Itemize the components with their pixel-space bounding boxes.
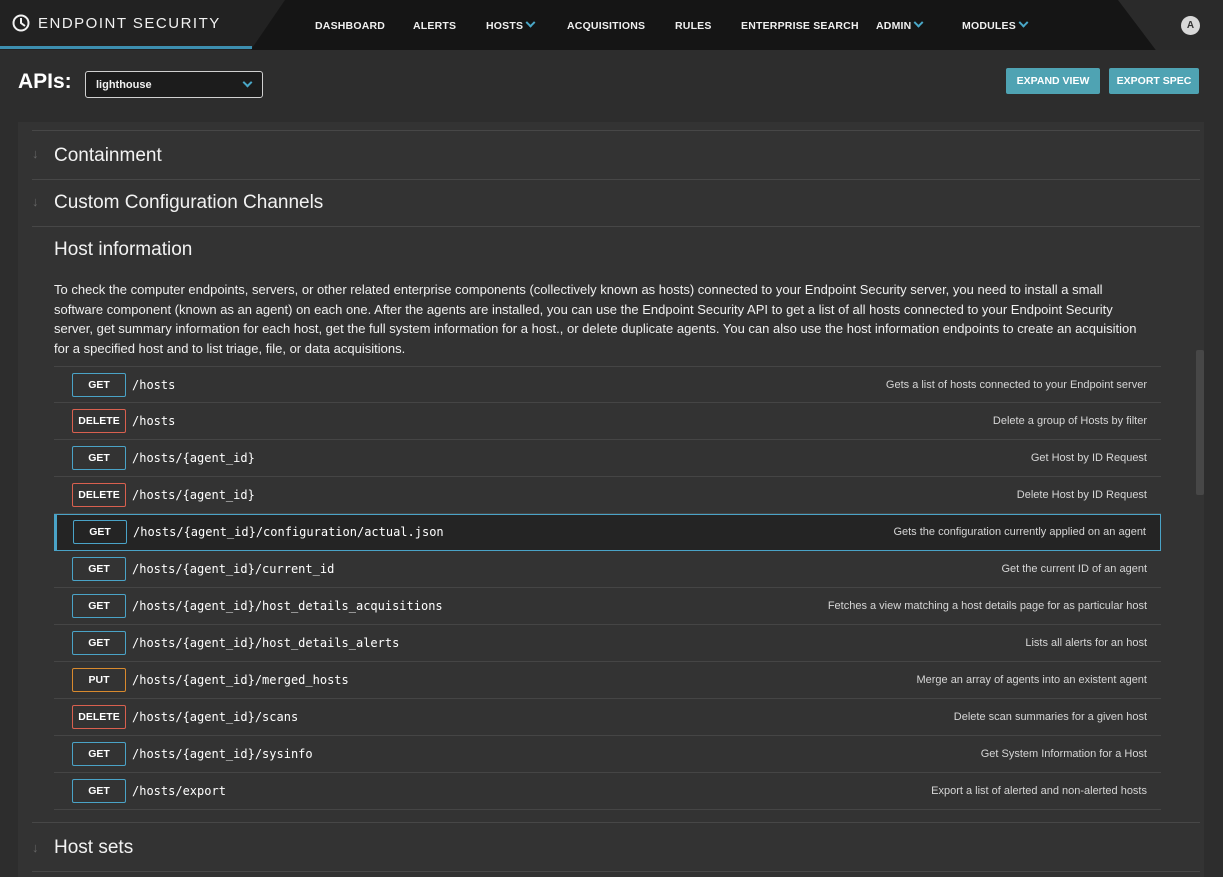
chevron-down-icon [525, 17, 536, 28]
endpoint-logo-icon [12, 14, 30, 32]
endpoint-path: /hosts/{agent_id}/host_details_acquisiti… [132, 599, 443, 613]
method-badge: PUT [72, 668, 126, 692]
nav-acquisitions[interactable]: ACQUISITIONS [567, 20, 645, 32]
arrow-down-icon: ↓ [32, 146, 39, 161]
section-title: Host information [54, 239, 193, 260]
method-badge: DELETE [72, 483, 126, 507]
nav-admin-label: ADMIN [876, 20, 912, 32]
section-title: Custom Configuration Channels [54, 192, 324, 213]
api-panel: ↓ Containment ↓ Custom Configuration Cha… [18, 122, 1204, 877]
endpoint-summary: Merge an array of agents into an existen… [916, 674, 1147, 686]
method-badge: GET [72, 742, 126, 766]
arrow-down-icon: ↓ [32, 194, 39, 209]
endpoint-row[interactable]: DELETE /hosts/{agent_id} Delete Host by … [54, 477, 1161, 514]
endpoint-summary: Fetches a view matching a host details p… [827, 600, 1147, 612]
brand-underline [0, 46, 252, 49]
method-badge: GET [73, 520, 127, 544]
endpoint-path: /hosts [132, 378, 176, 392]
chevron-down-icon [242, 77, 253, 88]
scrollbar-thumb[interactable] [1196, 350, 1204, 495]
export-spec-button[interactable]: EXPORT SPEC [1109, 68, 1199, 94]
avatar[interactable]: A [1181, 16, 1200, 35]
nav-alerts[interactable]: ALERTS [413, 20, 456, 32]
endpoint-path: /hosts/{agent_id}/merged_hosts [132, 673, 349, 687]
endpoint-path: /hosts/{agent_id}/host_details_alerts [132, 636, 400, 650]
method-badge: GET [72, 557, 126, 581]
endpoint-summary: Gets a list of hosts connected to your E… [885, 379, 1147, 391]
endpoint-row[interactable]: GET /hosts/{agent_id}/sysinfo Get System… [54, 736, 1161, 773]
endpoint-summary: Delete a group of Hosts by filter [992, 415, 1147, 427]
top-navigation-bar: ENDPOINT SECURITY DASHBOARD ALERTS HOSTS… [0, 0, 1223, 50]
endpoint-row[interactable]: DELETE /hosts Delete a group of Hosts by… [54, 403, 1161, 440]
endpoint-row[interactable]: GET /hosts Gets a list of hosts connecte… [54, 366, 1161, 403]
endpoint-path: /hosts [132, 414, 176, 428]
endpoint-row[interactable]: GET /hosts/{agent_id}/host_details_acqui… [54, 588, 1161, 625]
nav-acquisitions-label: ACQUISITIONS [567, 20, 646, 32]
nav-enterprise-search-label: ENTERPRISE SEARCH [741, 20, 859, 32]
api-select-value: lighthouse [96, 79, 152, 91]
endpoint-row[interactable]: GET /hosts/{agent_id} Get Host by ID Req… [54, 440, 1161, 477]
endpoint-row[interactable]: GET /hosts/{agent_id}/current_id Get the… [54, 551, 1161, 588]
apis-label: APIs: [18, 70, 72, 93]
nav-hosts[interactable]: HOSTS [486, 17, 536, 32]
method-badge: GET [72, 594, 126, 618]
endpoint-path: /hosts/{agent_id}/configuration/actual.j… [133, 525, 444, 539]
endpoint-summary: Get the current ID of an agent [1001, 563, 1147, 575]
endpoint-path: /hosts/{agent_id}/current_id [132, 562, 335, 576]
nav-alerts-label: ALERTS [413, 20, 457, 32]
nav-modules[interactable]: MODULES [962, 17, 1029, 32]
nav-dashboard-label: DASHBOARD [315, 20, 386, 32]
arrow-down-icon: ↓ [32, 840, 39, 855]
endpoint-row[interactable]: DELETE /hosts/{agent_id}/scans Delete sc… [54, 699, 1161, 736]
nav-rules-label: RULES [675, 20, 712, 32]
endpoint-row[interactable]: GET /hosts/{agent_id}/host_details_alert… [54, 625, 1161, 662]
endpoint-path: /hosts/{agent_id}/scans [132, 710, 299, 724]
method-badge: GET [72, 373, 126, 397]
nav-hosts-label: HOSTS [486, 20, 524, 32]
method-badge: GET [72, 631, 126, 655]
expand-view-button[interactable]: EXPAND VIEW [1006, 68, 1100, 94]
nav-rules[interactable]: RULES [675, 20, 712, 32]
endpoint-row[interactable]: PUT /hosts/{agent_id}/merged_hosts Merge… [54, 662, 1161, 699]
section-host-information[interactable]: Host information [32, 227, 1200, 267]
nav-dashboard[interactable]: DASHBOARD [315, 20, 385, 32]
endpoint-summary: Lists all alerts for an host [1025, 637, 1147, 649]
endpoint-path: /hosts/export [132, 784, 226, 798]
endpoint-list: GET /hosts Gets a list of hosts connecte… [54, 366, 1161, 810]
endpoint-summary: Get Host by ID Request [1030, 452, 1147, 464]
method-badge: GET [72, 779, 126, 803]
method-badge: GET [72, 446, 126, 470]
method-badge: DELETE [72, 409, 126, 433]
endpoint-path: /hosts/{agent_id} [132, 451, 255, 465]
section-title: Host sets [54, 837, 134, 858]
api-select[interactable]: lighthouse [85, 71, 263, 98]
section-custom-configuration-channels[interactable]: ↓ Custom Configuration Channels [32, 179, 1200, 227]
chevron-down-icon [913, 17, 924, 28]
brand-name[interactable]: ENDPOINT SECURITY [38, 15, 221, 32]
endpoint-summary: Get System Information for a Host [980, 748, 1147, 760]
nav-enterprise-search[interactable]: ENTERPRISE SEARCH [741, 20, 859, 32]
endpoint-summary: Delete Host by ID Request [1016, 489, 1147, 501]
endpoint-summary: Export a list of alerted and non-alerted… [931, 785, 1147, 797]
endpoint-row[interactable]: GET /hosts/export Export a list of alert… [54, 773, 1161, 810]
nav-admin[interactable]: ADMIN [876, 17, 924, 32]
endpoint-row-selected[interactable]: GET /hosts/{agent_id}/configuration/actu… [54, 514, 1161, 551]
nav-modules-label: MODULES [962, 20, 1016, 32]
section-title: Containment [54, 145, 162, 166]
endpoint-path: /hosts/{agent_id} [132, 488, 255, 502]
user-area [1118, 0, 1223, 50]
section-containment[interactable]: ↓ Containment [32, 130, 1200, 180]
endpoint-summary: Delete scan summaries for a given host [953, 711, 1147, 723]
endpoint-path: /hosts/{agent_id}/sysinfo [132, 747, 313, 761]
section-host-sets[interactable]: ↓ Host sets [32, 822, 1200, 872]
host-information-description: To check the computer endpoints, servers… [54, 282, 1137, 356]
method-badge: DELETE [72, 705, 126, 729]
chevron-down-icon [1018, 17, 1029, 28]
endpoint-summary: Gets the configuration currently applied… [893, 526, 1146, 538]
